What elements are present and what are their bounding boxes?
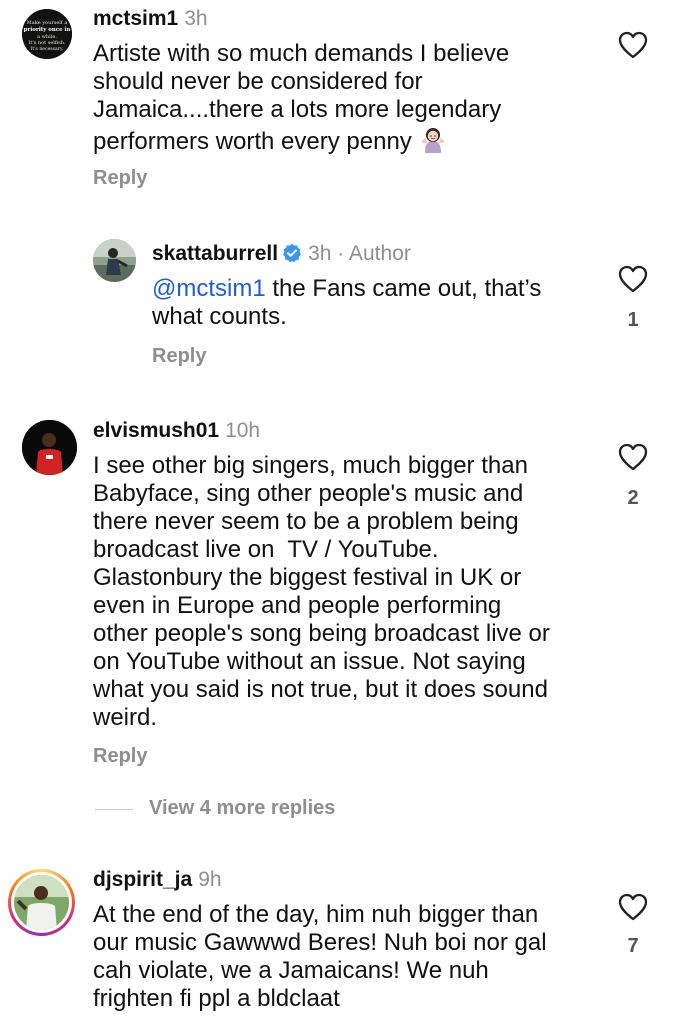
- mention-link[interactable]: @mctsim1: [152, 275, 266, 302]
- comment-line: should never be considered for: [93, 68, 423, 95]
- woman-shrugging-emoji: [418, 124, 448, 161]
- comment-line: broadcast live on TV / YouTube.: [93, 536, 439, 563]
- comment-line: frighten fi ppl a bldclaat: [93, 985, 340, 1012]
- username[interactable]: skattaburrell: [152, 242, 278, 265]
- comment-line: performers worth every penny: [93, 124, 509, 161]
- heart-icon[interactable]: [618, 265, 648, 293]
- svg-text:priority once in: priority once in: [24, 27, 71, 33]
- comment-line: even in Europe and people performing: [93, 592, 502, 619]
- svg-text:Make yourself a: Make yourself a: [27, 20, 68, 26]
- comment-line: our music Gawwwd Beres! Nuh boi nor gal: [93, 929, 547, 956]
- divider-line: [95, 809, 133, 810]
- reply-button[interactable]: Reply: [93, 167, 147, 190]
- comment-header: skattaburrell 3h · Author: [152, 241, 411, 267]
- comment-line: on YouTube without an issue. Not saying: [93, 648, 526, 675]
- comment-line: Babyface, sing other people's music and: [93, 480, 524, 507]
- comment-line-text: performers worth every penny: [93, 128, 412, 155]
- username[interactable]: djspirit_ja: [93, 868, 192, 891]
- avatar-skattaburrell[interactable]: [93, 239, 136, 282]
- view-more-replies-label: View 4 more replies: [149, 797, 336, 819]
- username[interactable]: elvismush01: [93, 419, 219, 442]
- verified-badge-icon: [283, 243, 302, 263]
- avatar-quote-image: Make yourself a priority once in a while…: [22, 9, 72, 59]
- comment-header: elvismush01 10h: [93, 418, 260, 444]
- comment-header: djspirit_ja 9h: [93, 867, 222, 893]
- comment-line: cah violate, we a Jamaicans! We nuh: [93, 957, 489, 984]
- avatar-djspirit_ja[interactable]: [8, 869, 75, 936]
- comment-line: Jamaica....there a lots more legendary: [93, 96, 502, 123]
- comment-line: I see other big singers, much bigger tha…: [93, 452, 528, 479]
- comment-line: At the end of the day, him nuh bigger th…: [93, 901, 539, 928]
- comment-line: weird.: [93, 704, 158, 731]
- comment-line: Artiste with so much demands I believe: [93, 40, 510, 67]
- comment-text: Artiste with so much demands I believe s…: [93, 40, 509, 161]
- like-count: 2: [627, 487, 639, 509]
- comment-text: @mctsim1 the Fans came out, that’s what …: [152, 275, 541, 331]
- comment-line: what counts.: [152, 303, 287, 330]
- avatar-elvismush01[interactable]: [22, 420, 77, 475]
- comment-header: mctsim1 3h: [93, 6, 208, 32]
- svg-text:It's necessary.: It's necessary.: [31, 46, 64, 52]
- author-label: · Author: [337, 242, 411, 265]
- reply-button[interactable]: Reply: [152, 345, 206, 368]
- like-count: 1: [627, 309, 639, 331]
- comment-line: other people's song being broadcast live…: [93, 620, 550, 647]
- comment-text: At the end of the day, him nuh bigger th…: [93, 901, 547, 1013]
- timestamp: 3h: [184, 7, 208, 30]
- timestamp: 10h: [225, 419, 261, 442]
- timestamp: 9h: [198, 868, 222, 891]
- comment-text: I see other big singers, much bigger tha…: [93, 452, 550, 732]
- username[interactable]: mctsim1: [93, 7, 178, 30]
- heart-icon[interactable]: [618, 893, 648, 921]
- comment-line: there never seem to be a problem being: [93, 508, 519, 535]
- heart-icon[interactable]: [618, 443, 648, 471]
- comment-line: @mctsim1 the Fans came out, that’s: [152, 275, 541, 303]
- timestamp: 3h: [308, 242, 332, 265]
- svg-text:It's not selfish.: It's not selfish.: [28, 40, 66, 46]
- avatar-photo: [22, 420, 77, 475]
- reply-button[interactable]: Reply: [93, 745, 147, 768]
- comment-line: what you said is not true, but it does s…: [93, 676, 548, 703]
- like-count: 7: [627, 935, 639, 957]
- avatar-photo: [14, 875, 69, 930]
- avatar-photo: [93, 239, 136, 282]
- comment-line: Glastonbury the biggest festival in UK o…: [93, 564, 522, 591]
- avatar-mctsim1[interactable]: Make yourself a priority once in a while…: [22, 9, 72, 59]
- heart-icon[interactable]: [618, 31, 648, 59]
- comment-line-text: the Fans came out, that’s: [265, 275, 542, 302]
